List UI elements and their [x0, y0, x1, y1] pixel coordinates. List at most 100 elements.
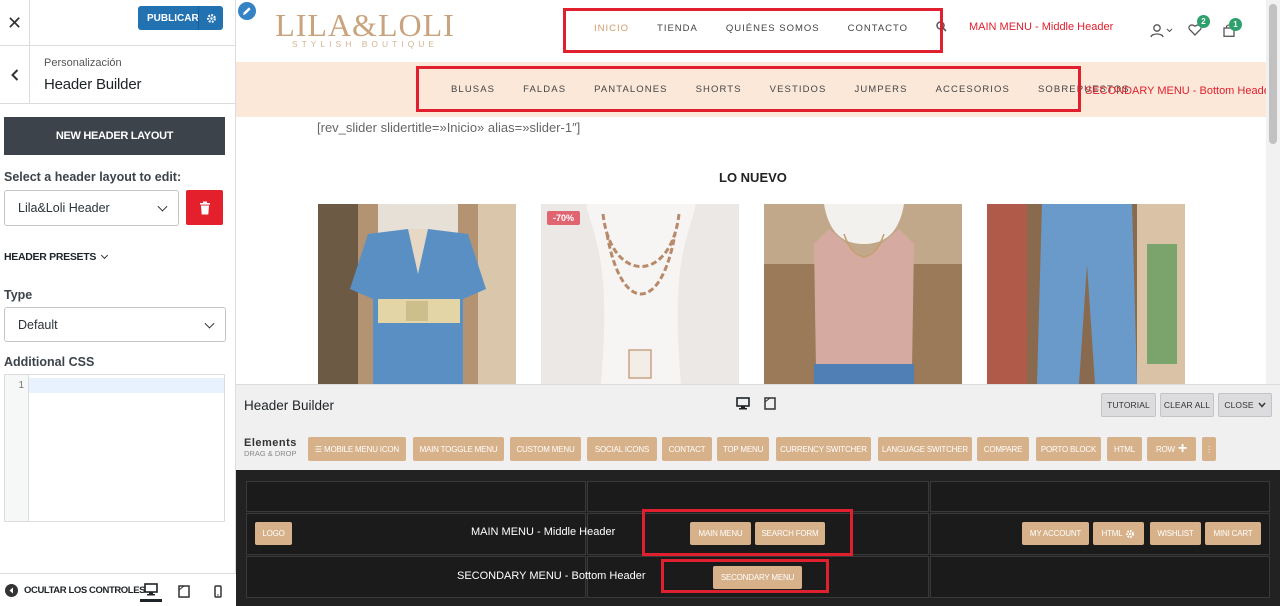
main-menu-chip-highlight-box	[642, 509, 853, 556]
tablet-preview-icon[interactable]	[173, 580, 195, 602]
top-row-right-cell[interactable]	[930, 481, 1270, 512]
collapse-arrow-icon	[5, 584, 18, 597]
hide-controls-button[interactable]: OCULTAR LOS CONTROLES	[5, 584, 145, 597]
customizer-panel: ✕ PUBLICAR Personalización Header Builde…	[0, 0, 236, 606]
header-presets-toggle[interactable]: HEADER PRESETS	[4, 251, 109, 263]
elements-label-group: Elements DRAG & DROP	[244, 437, 297, 458]
element-row-label[interactable]: ROW	[1156, 445, 1175, 454]
desktop-preview-icon[interactable]	[140, 580, 162, 602]
element-currency-switcher[interactable]: CURRENCY SWITCHER	[776, 437, 871, 461]
trash-icon	[199, 201, 210, 214]
publish-button[interactable]: PUBLICAR	[138, 6, 223, 30]
element-contact[interactable]: CONTACT	[662, 437, 712, 461]
secondary-menu-highlight-box	[416, 66, 1081, 112]
close-builder-button[interactable]: CLOSE	[1218, 393, 1272, 417]
wishlist-count-badge: 2	[1197, 15, 1210, 28]
header-layout-select[interactable]: Lila&Loli Header	[4, 190, 179, 226]
header-presets-label[interactable]: HEADER PRESETS	[4, 251, 96, 263]
element-html[interactable]: HTML	[1107, 437, 1142, 461]
chevron-down-icon	[157, 201, 168, 212]
element-row[interactable]: ROW +	[1147, 437, 1196, 461]
line-number: 1	[18, 380, 24, 391]
section-breadcrumb: Personalización	[44, 57, 122, 69]
gear-icon[interactable]	[1125, 529, 1135, 539]
builder-tablet-icon[interactable]	[764, 397, 776, 415]
product-image-blue-pants[interactable]	[987, 204, 1185, 384]
secondary-menu-chip-highlight-box	[661, 559, 829, 593]
line-number-gutter: 1	[5, 375, 29, 521]
element-custom-menu[interactable]: CUSTOM MENU	[510, 437, 581, 461]
select-layout-label: Select a header layout to edit:	[4, 170, 182, 184]
preview-scrollbar[interactable]	[1266, 0, 1280, 384]
site-logo[interactable]: LILA&LOLI STYLISH BOUTIQUE	[270, 8, 460, 49]
edit-shortcut-pencil-icon[interactable]	[236, 0, 258, 22]
header-layout-value: Lila&Loli Header	[18, 201, 110, 215]
header-builder-toolbar: Header Builder TUTORIAL CLEAR ALL CLOSE …	[236, 384, 1280, 470]
publish-label[interactable]: PUBLICAR	[138, 13, 199, 24]
additional-css-editor[interactable]: 1	[4, 374, 225, 522]
site-preview: LILA&LOLI STYLISH BOUTIQUE INICIO TIENDA…	[236, 0, 1280, 384]
html-chip[interactable]: HTML	[1093, 522, 1144, 545]
element-main-toggle-menu[interactable]: MAIN TOGGLE MENU	[413, 437, 504, 461]
tutorial-button[interactable]: TUTORIAL	[1101, 393, 1156, 417]
builder-desktop-icon[interactable]	[736, 397, 750, 415]
html-chip-label[interactable]: HTML	[1102, 529, 1123, 538]
mini-cart-chip[interactable]: MINI CART	[1205, 522, 1261, 545]
scrollbar-thumb[interactable]	[1269, 4, 1277, 144]
my-account-chip[interactable]: MY ACCOUNT	[1022, 522, 1089, 545]
plus-icon: +	[1177, 440, 1188, 457]
clear-all-button[interactable]: CLEAR ALL	[1160, 393, 1214, 417]
back-chevron-icon[interactable]	[0, 46, 30, 104]
more-elements-button[interactable]: ⋮	[1202, 437, 1216, 461]
product-image-pink-top[interactable]	[764, 204, 962, 384]
main-menu-highlight-box	[563, 8, 943, 53]
product-image-necklace[interactable]: -70%	[541, 204, 739, 384]
element-language-switcher[interactable]: LANGUAGE SWITCHER	[878, 437, 972, 461]
close-customizer-icon[interactable]: ✕	[0, 0, 30, 46]
secondary-menu-annotation: SECONDARY MENU - Bottom Header	[1085, 85, 1274, 97]
mobile-preview-icon[interactable]	[207, 580, 229, 602]
type-label: Type	[4, 288, 33, 302]
element-compare[interactable]: COMPARE	[977, 437, 1029, 461]
section-title: Header Builder	[44, 76, 142, 93]
publish-settings-gear-icon[interactable]	[198, 6, 223, 30]
cart-count-badge: 1	[1229, 18, 1242, 31]
top-row-left-cell[interactable]	[246, 481, 586, 512]
drag-drop-hint: DRAG & DROP	[244, 449, 297, 458]
new-header-layout-button[interactable]: NEW HEADER LAYOUT	[4, 117, 225, 155]
active-line[interactable]	[29, 378, 224, 393]
panel-header: ✕ PUBLICAR	[0, 0, 236, 46]
type-value: Default	[18, 317, 58, 332]
elements-label: Elements	[244, 437, 297, 449]
bottom-row-annotation: SECONDARY MENU - Bottom Header	[457, 570, 646, 582]
product-image-denim-dress[interactable]	[318, 204, 516, 384]
new-products-heading: LO NUEVO	[719, 170, 787, 185]
element-social-icons[interactable]: SOCIAL ICONS	[587, 437, 657, 461]
chevron-down-icon	[204, 318, 215, 329]
cart-bag-icon[interactable]: 1	[1223, 18, 1242, 42]
bottom-row-right-cell[interactable]	[930, 556, 1270, 598]
element-mobile-menu-icon[interactable]: ☰ MOBILE MENU ICON	[308, 437, 406, 461]
wishlist-chip[interactable]: WISHLIST	[1150, 522, 1201, 545]
logo-tagline: STYLISH BOUTIQUE	[291, 39, 439, 49]
chevron-down-icon	[101, 251, 109, 260]
user-account-icon[interactable]	[1150, 24, 1176, 43]
additional-css-label: Additional CSS	[4, 355, 95, 369]
delete-layout-button[interactable]	[186, 190, 223, 225]
logo-chip[interactable]: LOGO	[255, 522, 292, 545]
sale-badge: -70%	[547, 211, 581, 225]
chevron-down-icon	[1258, 402, 1266, 408]
top-row-center-cell[interactable]	[587, 481, 929, 512]
logo-wordmark: LILA&LOLI	[275, 7, 455, 43]
wishlist-heart-icon[interactable]: 2	[1188, 15, 1210, 41]
element-porto-block[interactable]: PORTO BLOCK	[1036, 437, 1101, 461]
hide-controls-label: OCULTAR LOS CONTROLES	[24, 585, 146, 596]
panel-footer: OCULTAR LOS CONTROLES	[0, 573, 236, 606]
element-top-menu[interactable]: TOP MENU	[717, 437, 769, 461]
section-title-bar: Personalización Header Builder	[0, 46, 236, 104]
close-label[interactable]: CLOSE	[1224, 400, 1253, 410]
middle-row-annotation: MAIN MENU - Middle Header	[471, 526, 616, 538]
type-select[interactable]: Default	[4, 307, 226, 342]
header-builder-canvas: LOGO MAIN MENU - Middle Header MAIN MENU…	[236, 470, 1280, 606]
rev-slider-shortcode: [rev_slider slidertitle=»Inicio» alias=»…	[317, 120, 581, 135]
